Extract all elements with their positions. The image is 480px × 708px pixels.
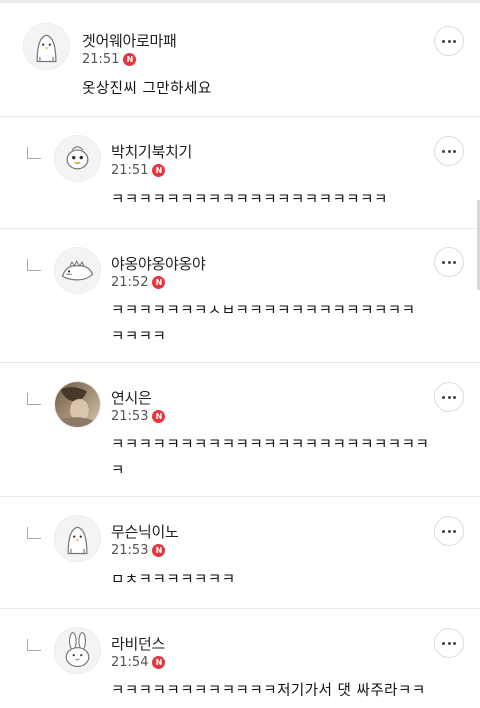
reply-item: 박치기북치기 21:51 N ㅋㅋㅋㅋㅋㅋㅋㅋㅋㅋㅋㅋㅋㅋㅋㅋㅋㅋㅋㅋ <box>0 117 480 229</box>
photo-avatar[interactable] <box>54 381 101 428</box>
reply-item: 연시은 21:53 N ㅋㅋㅋㅋㅋㅋㅋㅋㅋㅋㅋㅋㅋㅋㅋㅋㅋㅋㅋㅋㅋㅋㅋ ㅋ <box>0 363 480 497</box>
comment-meta: 21:54 N <box>111 655 166 670</box>
comment-nickname[interactable]: 연시은 <box>111 387 152 408</box>
comment-text: ㅋㅋㅋㅋㅋㅋㅋㅅㅂㅋㅋㅋㅋㅋㅋㅋㅋㅋㅋㅋㅋㅋ ㅋㅋㅋㅋ <box>111 303 416 345</box>
reply-item: 라비던스 21:54 N ㅋㅋㅋㅋㅋㅋㅋㅋㅋㅋㅋㅋ저기가서 댓 싸주라ㅋㅋ <box>0 609 480 708</box>
reply-arrow-icon <box>27 527 41 539</box>
reply-arrow-icon <box>27 259 41 271</box>
comment-nickname[interactable]: 라비던스 <box>111 633 165 654</box>
comment-meta: 21:53 N <box>111 543 166 558</box>
comment-text: ㅋㅋㅋㅋㅋㅋㅋㅋㅋㅋㅋㅋㅋㅋㅋㅋㅋㅋㅋㅋ <box>111 192 388 208</box>
comment-nickname[interactable]: 박치기북치기 <box>111 141 192 162</box>
comment-time: 21:52 <box>111 275 149 290</box>
comment-text: ㅋㅋㅋㅋㅋㅋㅋㅋㅋㅋㅋㅋ저기가서 댓 싸주라ㅋㅋ <box>111 683 426 699</box>
comment-time: 21:51 <box>82 52 120 67</box>
rabbit-icon[interactable] <box>54 627 101 674</box>
more-options-button[interactable] <box>434 26 464 56</box>
reply-arrow-icon <box>27 393 41 405</box>
comment-time: 21:54 <box>111 655 149 670</box>
new-badge: N <box>152 164 166 177</box>
reply-item: 야옹야옹야옹야 21:52 N ㅋㅋㅋㅋㅋㅋㅋㅅㅂㅋㅋㅋㅋㅋㅋㅋㅋㅋㅋㅋㅋㅋ ㅋ… <box>0 229 480 363</box>
comment-time: 21:53 <box>111 543 149 558</box>
comment-item: 겟어웨아로마패 21:51 N 옷상진씨 그만하세요 <box>0 3 480 117</box>
new-badge: N <box>123 53 137 66</box>
comment-nickname[interactable]: 야옹야옹야옹야 <box>111 253 206 274</box>
penguin-icon[interactable] <box>54 515 101 562</box>
more-options-button[interactable] <box>434 516 464 546</box>
comment-meta: 21:52 N <box>111 275 166 290</box>
penguin-icon[interactable] <box>23 23 70 70</box>
comment-meta: 21:51 N <box>82 52 137 67</box>
more-options-button[interactable] <box>434 382 464 412</box>
comment-nickname[interactable]: 겟어웨아로마패 <box>82 30 177 51</box>
comment-text: ㅁㅊㅋㅋㅋㅋㅋㅋㅋ <box>111 572 236 588</box>
comment-time: 21:53 <box>111 409 149 424</box>
dinosaur-icon[interactable] <box>54 247 101 294</box>
comment-nickname[interactable]: 무슨닉이노 <box>111 521 179 542</box>
new-badge: N <box>152 656 166 669</box>
more-options-button[interactable] <box>434 136 464 166</box>
more-options-button[interactable] <box>434 247 464 277</box>
comment-meta: 21:51 N <box>111 163 166 178</box>
comment-time: 21:51 <box>111 163 149 178</box>
chick-icon[interactable] <box>54 135 101 182</box>
comment-meta: 21:53 N <box>111 409 166 424</box>
comment-text: 옷상진씨 그만하세요 <box>82 81 212 97</box>
comment-text: ㅋㅋㅋㅋㅋㅋㅋㅋㅋㅋㅋㅋㅋㅋㅋㅋㅋㅋㅋㅋㅋㅋㅋ ㅋ <box>111 437 430 479</box>
reply-arrow-icon <box>27 639 41 651</box>
reply-arrow-icon <box>27 147 41 159</box>
reply-item: 무슨닉이노 21:53 N ㅁㅊㅋㅋㅋㅋㅋㅋㅋ <box>0 497 480 609</box>
more-options-button[interactable] <box>434 628 464 658</box>
new-badge: N <box>152 276 166 289</box>
new-badge: N <box>152 544 166 557</box>
new-badge: N <box>152 410 166 423</box>
